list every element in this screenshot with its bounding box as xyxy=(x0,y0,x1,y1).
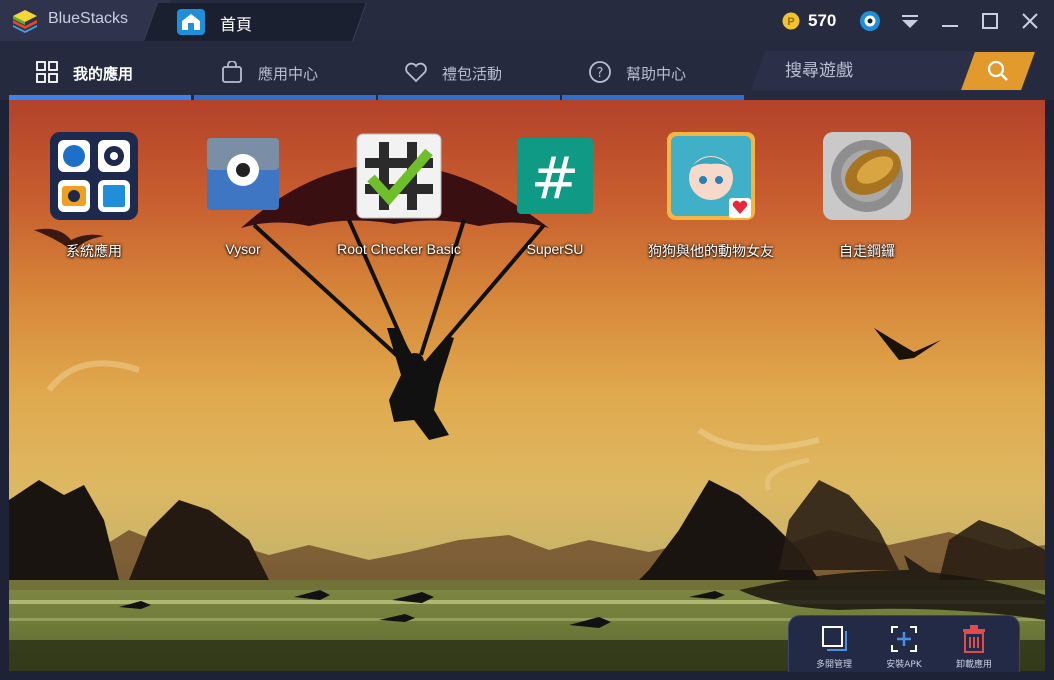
bag-icon xyxy=(222,61,242,83)
app-label: SuperSU xyxy=(526,241,584,257)
install-apk-label: 安裝APK xyxy=(886,660,922,670)
app-anime-game[interactable]: 狗狗與他的動物女友 xyxy=(626,100,796,270)
dropdown-menu-icon[interactable] xyxy=(899,10,921,32)
app-system-apps[interactable]: 系統應用 xyxy=(9,100,179,270)
app-gear-shell[interactable]: 自走鋼鑼 xyxy=(782,100,952,270)
app-vysor[interactable]: Vysor xyxy=(158,100,328,270)
search-input[interactable] xyxy=(785,52,960,90)
anime-game-icon xyxy=(667,132,755,220)
multi-instance-icon xyxy=(822,626,847,651)
app-label: 系統應用 xyxy=(66,243,122,259)
tab-help-center-label: 幫助中心 xyxy=(626,65,687,83)
minimize-icon[interactable] xyxy=(939,10,961,32)
grid-icon xyxy=(36,61,58,83)
title-bar: BlueStacks 首頁 P 570 xyxy=(0,0,1054,41)
search-icon[interactable] xyxy=(985,59,1011,83)
multi-instance-button[interactable]: 多開管理 xyxy=(799,616,869,673)
app-label: Vysor xyxy=(225,241,261,257)
app-root-checker[interactable]: Root Checker Basic xyxy=(314,100,484,270)
svg-text:#: # xyxy=(531,144,580,212)
uninstall-app-label: 卸載應用 xyxy=(955,660,992,670)
coin-count: 570 xyxy=(808,11,837,30)
app-label: 狗狗與他的動物女友 xyxy=(648,243,774,259)
maximize-icon[interactable] xyxy=(979,10,1001,32)
account-icon[interactable] xyxy=(859,10,881,32)
question-icon: ? xyxy=(589,61,611,83)
svg-text:P: P xyxy=(787,16,794,28)
uninstall-app-button[interactable]: 卸載應用 xyxy=(939,616,1009,673)
bluestacks-logo-icon xyxy=(13,10,37,33)
svg-text:?: ? xyxy=(597,66,604,81)
tab-app-center[interactable]: 應用中心 xyxy=(194,41,376,100)
nav-bar: 我的應用 應用中心 禮包活動 ? 幫助中心 xyxy=(0,41,1054,100)
app-label: Root Checker Basic xyxy=(337,241,461,257)
system-apps-icon xyxy=(50,132,138,220)
tab-gift-events[interactable]: 禮包活動 xyxy=(378,41,560,100)
home-icon xyxy=(177,9,205,35)
multi-instance-label: 多開管理 xyxy=(815,660,852,670)
supersu-icon: # xyxy=(511,132,599,220)
heart-icon xyxy=(405,62,427,83)
bottom-toolbar: 多開管理 安裝APK 卸載應用 xyxy=(788,615,1020,672)
tab-my-apps[interactable]: 我的應用 xyxy=(9,41,191,100)
trash-icon xyxy=(963,625,985,653)
app-supersu[interactable]: # SuperSU xyxy=(470,100,640,270)
root-checker-icon xyxy=(355,132,443,220)
app-label: 自走鋼鑼 xyxy=(839,243,895,259)
tab-gift-events-label: 禮包活動 xyxy=(442,65,503,83)
app-name: BlueStacks xyxy=(48,10,129,27)
android-home-screen: 系統應用 Vysor Root Checker Basic # SuperSU … xyxy=(9,100,1045,671)
tab-help-center[interactable]: ? 幫助中心 xyxy=(562,41,744,100)
tab-app-center-label: 應用中心 xyxy=(258,65,319,83)
home-tab-label[interactable]: 首頁 xyxy=(220,11,252,35)
coin-icon: P xyxy=(782,12,800,30)
vysor-icon xyxy=(199,132,287,220)
install-apk-button[interactable]: 安裝APK xyxy=(869,616,939,673)
tab-my-apps-label: 我的應用 xyxy=(73,65,134,83)
gear-shell-icon xyxy=(823,132,911,220)
install-apk-icon xyxy=(891,626,917,652)
close-icon[interactable] xyxy=(1019,10,1041,32)
